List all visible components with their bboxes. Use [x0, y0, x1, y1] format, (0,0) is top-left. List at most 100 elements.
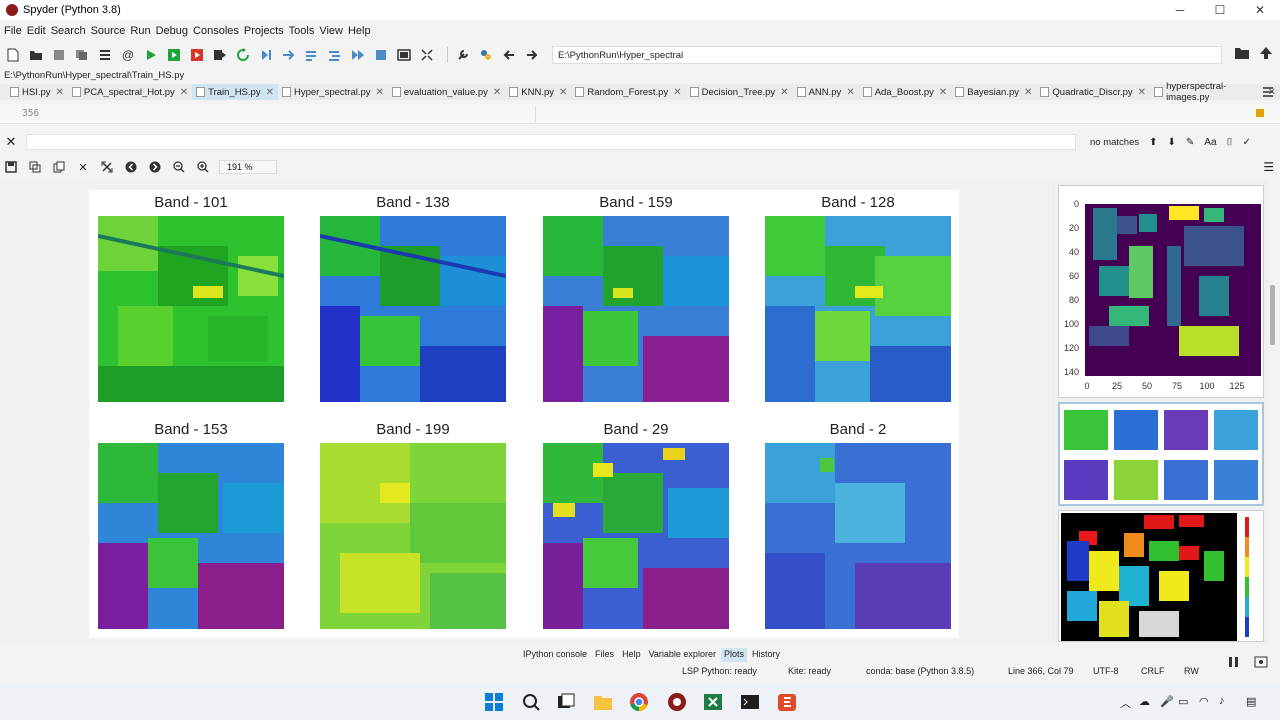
save-icon[interactable] — [50, 46, 68, 64]
working-directory-field[interactable]: E:\PythonRun\Hyper_spectral — [552, 46, 1222, 64]
tab-train-hs[interactable]: Train_HS.py ✕ — [192, 84, 278, 100]
find-previous-icon[interactable]: ⬆ — [1149, 137, 1157, 148]
close-tab-icon[interactable]: ✕ — [56, 87, 64, 98]
tab-hsi[interactable]: HSI.py ✕ — [6, 84, 68, 100]
menu-edit[interactable]: Edit — [27, 25, 50, 37]
tab-ann[interactable]: ANN.py ✕ — [793, 84, 859, 100]
tab-decision-tree[interactable]: Decision_Tree.py ✕ — [686, 84, 793, 100]
next-plot-icon[interactable] — [147, 159, 163, 175]
run-icon[interactable] — [142, 46, 160, 64]
back-arrow-icon[interactable] — [500, 46, 518, 64]
step-return-icon[interactable] — [326, 46, 344, 64]
python-path-icon[interactable] — [477, 46, 495, 64]
tab-bayesian[interactable]: Bayesian.py ✕ — [951, 84, 1036, 100]
menu-consoles[interactable]: Consoles — [193, 25, 243, 37]
menu-search[interactable]: Search — [51, 25, 90, 37]
stop-debug-icon[interactable] — [372, 46, 390, 64]
tab-plots[interactable]: Plots — [720, 648, 747, 662]
run-cell-advance-icon[interactable] — [188, 46, 206, 64]
menu-view[interactable]: View — [319, 25, 347, 37]
close-tab-icon[interactable]: ✕ — [846, 87, 854, 98]
tab-help[interactable]: Help — [619, 648, 644, 662]
tab-options-menu-icon[interactable] — [1262, 86, 1274, 101]
tab-hyperspectral-images[interactable]: hyperspectral-images.py✕ — [1150, 81, 1280, 103]
menu-source[interactable]: Source — [91, 25, 130, 37]
plots-options-menu-icon[interactable]: ☰ — [1263, 160, 1274, 174]
close-tab-icon[interactable]: ✕ — [1138, 87, 1146, 98]
parent-directory-icon[interactable] — [1259, 46, 1273, 63]
tab-hyper-spectral[interactable]: Hyper_spectral.py ✕ — [278, 84, 388, 100]
volume-icon[interactable]: ♪ — [1219, 695, 1225, 707]
editor-area[interactable]: 356 — [0, 104, 1280, 124]
case-sensitive-button[interactable]: Aa — [1204, 137, 1216, 148]
preferences-wrench-icon[interactable] — [454, 46, 472, 64]
run-cell-icon[interactable] — [165, 46, 183, 64]
close-find-icon[interactable]: ✕ — [2, 134, 20, 150]
terminal-icon[interactable] — [739, 691, 761, 713]
thumbnail-ground-truth[interactable] — [1058, 510, 1264, 642]
wifi-icon[interactable]: ◠ — [1199, 695, 1209, 708]
notifications-icon[interactable]: ▤ — [1246, 695, 1256, 708]
close-tab-icon[interactable]: ✕ — [780, 87, 788, 98]
maximize-button[interactable]: ☐ — [1200, 0, 1240, 20]
step-icon[interactable] — [280, 46, 298, 64]
close-tab-icon[interactable]: ✕ — [493, 87, 501, 98]
save-all-icon[interactable] — [73, 46, 91, 64]
menu-run[interactable]: Run — [130, 25, 154, 37]
tab-quadratic-discr[interactable]: Quadratic_Discr.py ✕ — [1036, 84, 1150, 100]
new-file-icon[interactable] — [4, 46, 22, 64]
windows-start-icon[interactable] — [483, 691, 505, 713]
whole-word-icon[interactable]: ⌷ — [1227, 137, 1233, 148]
copy-plot-icon[interactable] — [51, 159, 67, 175]
tab-ada-boost[interactable]: Ada_Boost.py ✕ — [859, 84, 952, 100]
close-tab-icon[interactable]: ✕ — [1024, 87, 1032, 98]
tab-variable-explorer[interactable]: Variable explorer — [646, 648, 719, 662]
at-symbol-icon[interactable]: @ — [119, 46, 137, 64]
microphone-icon[interactable]: 🎤 — [1160, 695, 1174, 708]
open-folder-icon[interactable] — [27, 46, 45, 64]
close-tab-icon[interactable]: ✕ — [180, 87, 188, 98]
zoom-level-field[interactable]: 191 % — [219, 160, 277, 174]
fullscreen-icon[interactable] — [418, 46, 436, 64]
close-tab-icon[interactable]: ✕ — [673, 87, 681, 98]
list-icon[interactable] — [96, 46, 114, 64]
find-input[interactable] — [26, 134, 1076, 150]
battery-icon[interactable]: ▭ — [1178, 695, 1188, 708]
menu-file[interactable]: File — [4, 25, 26, 37]
close-window-button[interactable]: ✕ — [1240, 0, 1280, 20]
remove-all-plots-icon[interactable] — [99, 159, 115, 175]
previous-plot-icon[interactable] — [123, 159, 139, 175]
zoom-in-icon[interactable] — [195, 159, 211, 175]
highlight-icon[interactable]: ✎ — [1186, 137, 1194, 148]
regex-icon[interactable]: ✓ — [1243, 137, 1251, 148]
debug-icon[interactable] — [257, 46, 275, 64]
rerun-icon[interactable] — [234, 46, 252, 64]
excel-icon[interactable] — [702, 691, 724, 713]
menu-projects[interactable]: Projects — [244, 25, 288, 37]
menu-help[interactable]: Help — [348, 25, 375, 37]
tab-files[interactable]: Files — [592, 648, 617, 662]
thumbnail-bands[interactable] — [1058, 402, 1264, 506]
tab-history[interactable]: History — [749, 648, 783, 662]
file-explorer-icon[interactable] — [592, 691, 614, 713]
tab-pca-spectral-hot[interactable]: PCA_spectral_Hot.py ✕ — [68, 84, 192, 100]
tab-random-forest[interactable]: Random_Forest.py ✕ — [571, 84, 685, 100]
forward-arrow-icon[interactable] — [523, 46, 541, 64]
save-plot-icon[interactable] — [3, 159, 19, 175]
zoom-out-icon[interactable] — [171, 159, 187, 175]
close-tab-icon[interactable]: ✕ — [266, 87, 274, 98]
menu-tools[interactable]: Tools — [289, 25, 319, 37]
thumbnail-class-map[interactable]: 0 20 40 60 80 100 120 140 0 25 50 75 100… — [1058, 185, 1264, 398]
show-hidden-icons-icon[interactable]: ︿ — [1120, 695, 1131, 711]
minimize-button[interactable]: ─ — [1160, 0, 1200, 20]
close-tab-icon[interactable]: ✕ — [939, 87, 947, 98]
maximize-pane-icon[interactable] — [395, 46, 413, 64]
remove-plot-icon[interactable]: ✕ — [75, 159, 91, 175]
save-all-plots-icon[interactable] — [27, 159, 43, 175]
spyder-app-icon[interactable] — [666, 691, 688, 713]
browse-folder-icon[interactable] — [1234, 46, 1250, 63]
search-icon[interactable] — [520, 691, 542, 713]
tab-knn[interactable]: KNN.py ✕ — [505, 84, 571, 100]
onedrive-icon[interactable]: ☁ — [1139, 695, 1150, 708]
step-into-icon[interactable] — [303, 46, 321, 64]
